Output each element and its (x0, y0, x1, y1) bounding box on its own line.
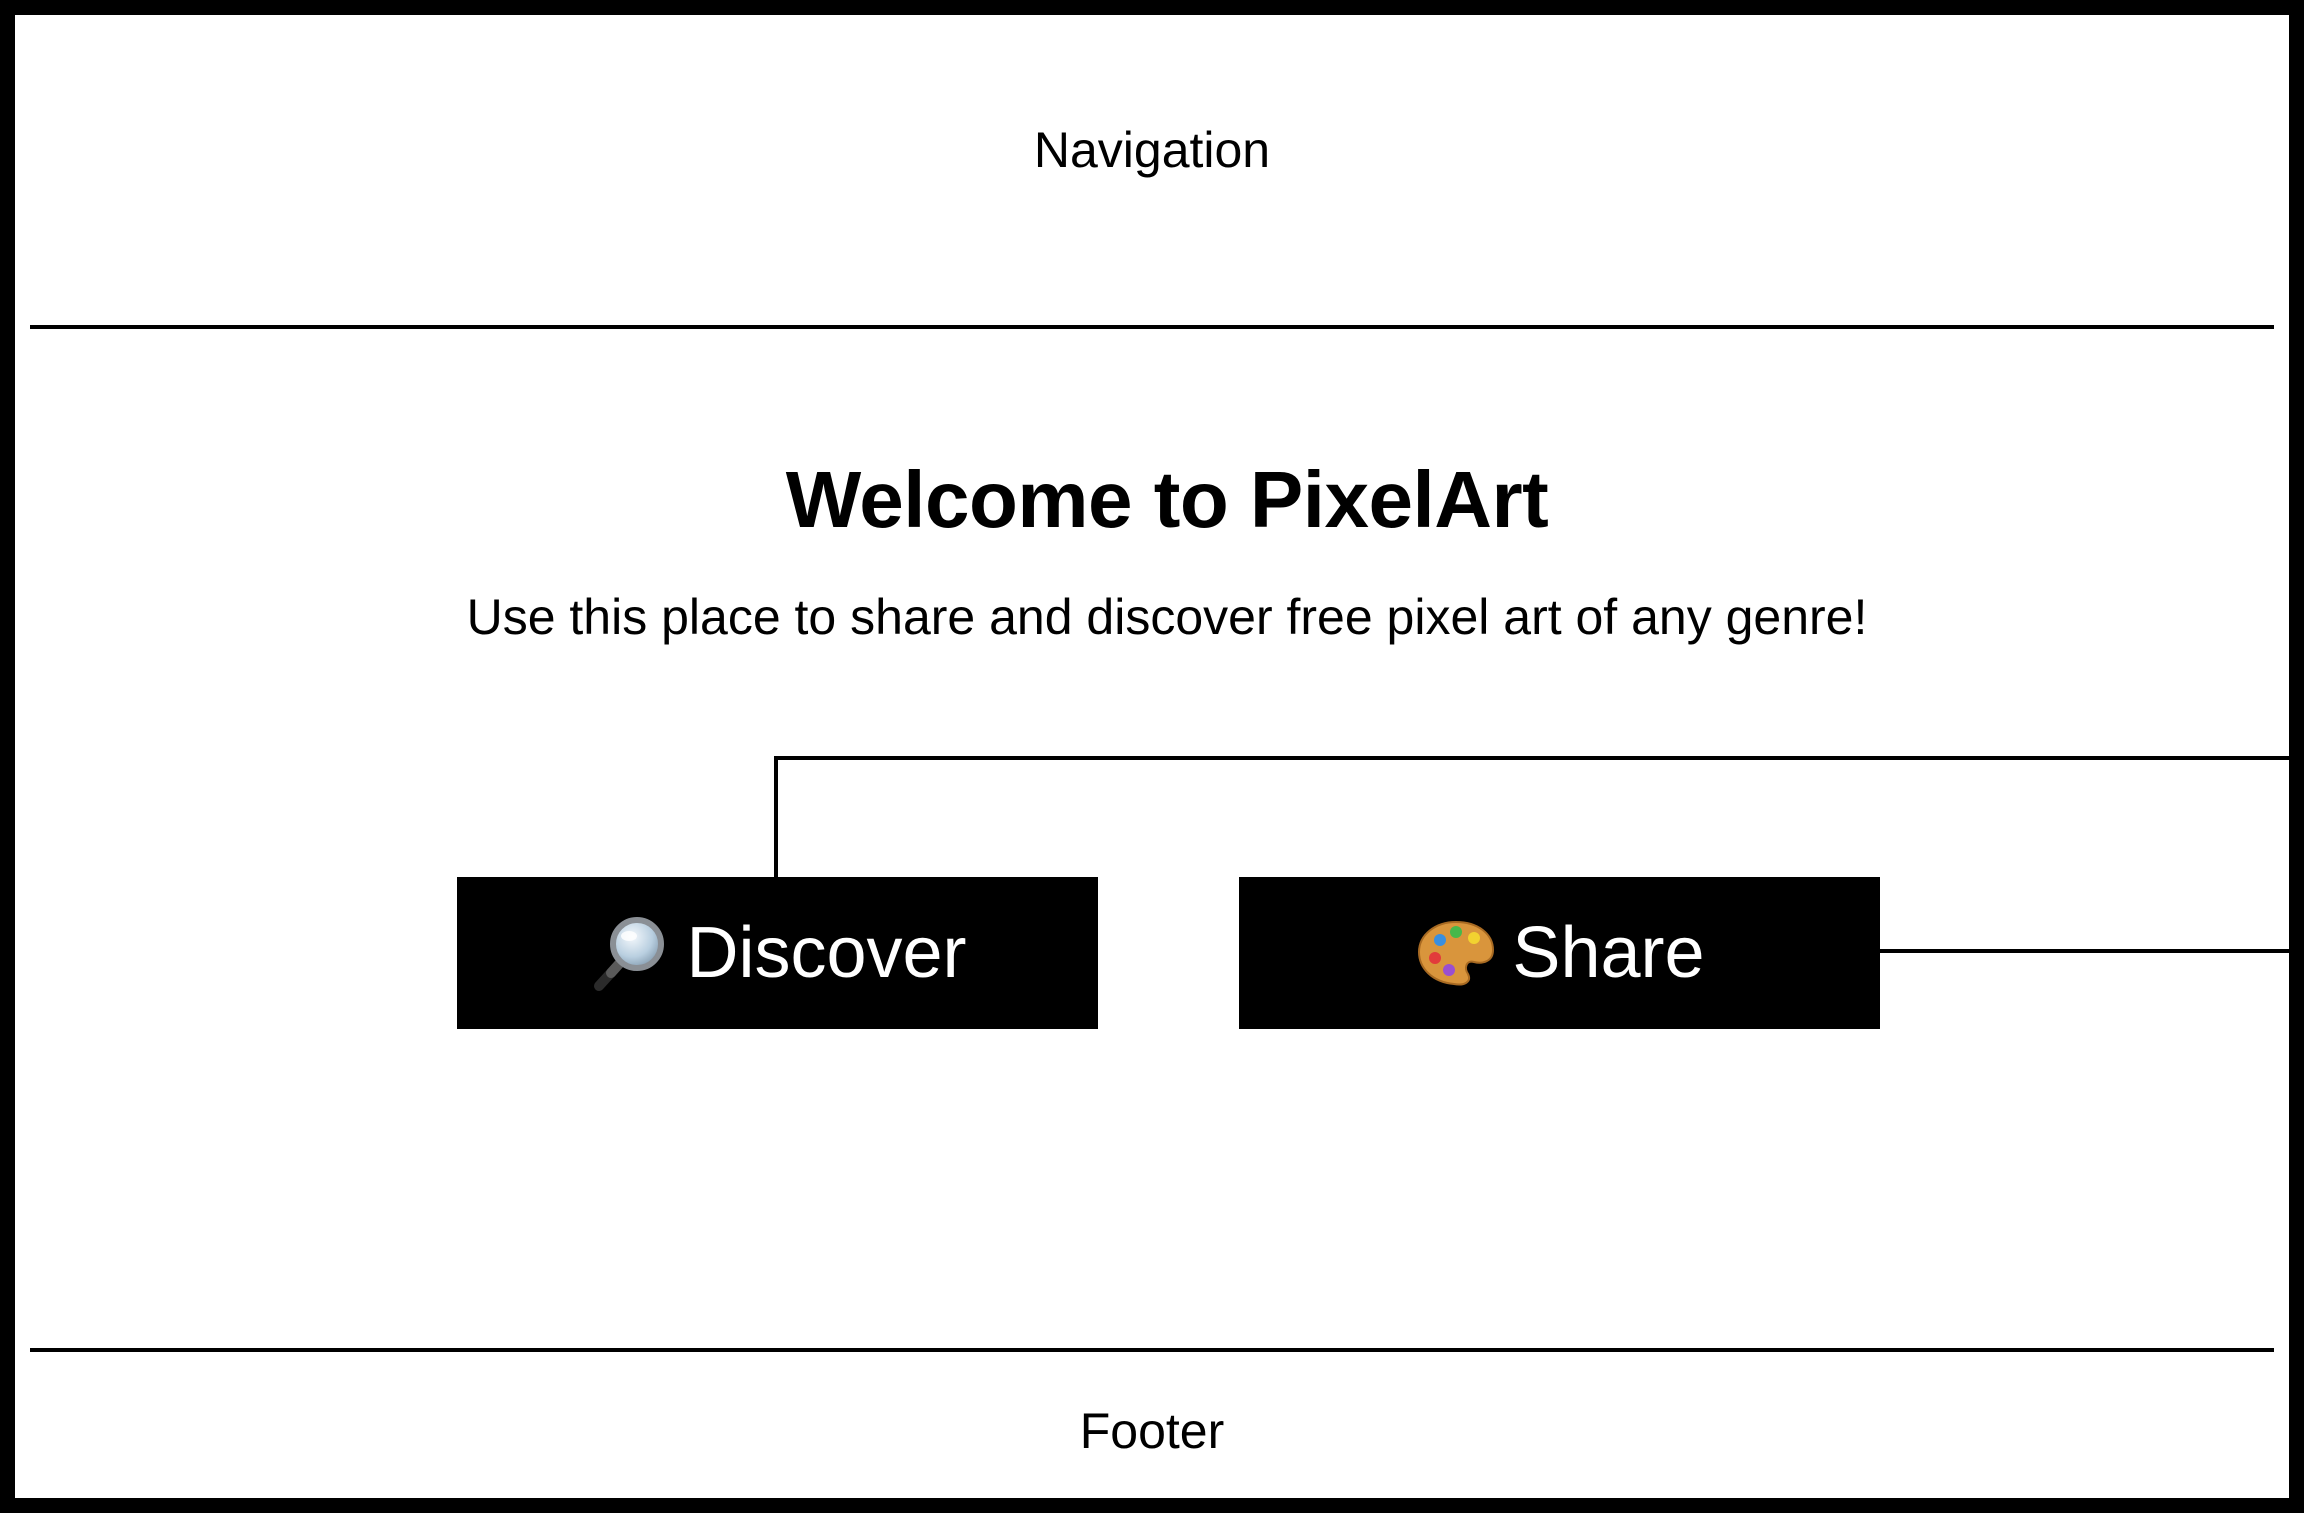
magnifying-glass-icon (588, 911, 672, 995)
share-connector-horizontal (1879, 949, 2304, 953)
share-button-label: Share (1512, 913, 1705, 993)
artist-palette-icon (1414, 911, 1498, 995)
navigation-bar: Navigation (30, 30, 2274, 329)
discover-button[interactable]: Discover (457, 877, 1098, 1029)
footer-label: Footer (1079, 1402, 1225, 1459)
discover-button-label: Discover (686, 913, 967, 993)
footer-bar: Footer (30, 1348, 2274, 1517)
page-subtitle: Use this place to share and discover fre… (466, 589, 1868, 645)
page-title: Welcome to PixelArt (785, 455, 1549, 544)
navigation-label: Navigation (1033, 121, 1271, 178)
page-frame: Navigation Welcome to PixelArt Use this … (0, 0, 2304, 1513)
discover-connector-horizontal (774, 756, 2304, 760)
discover-connector-vertical (774, 756, 778, 878)
share-button[interactable]: Share (1239, 877, 1880, 1029)
